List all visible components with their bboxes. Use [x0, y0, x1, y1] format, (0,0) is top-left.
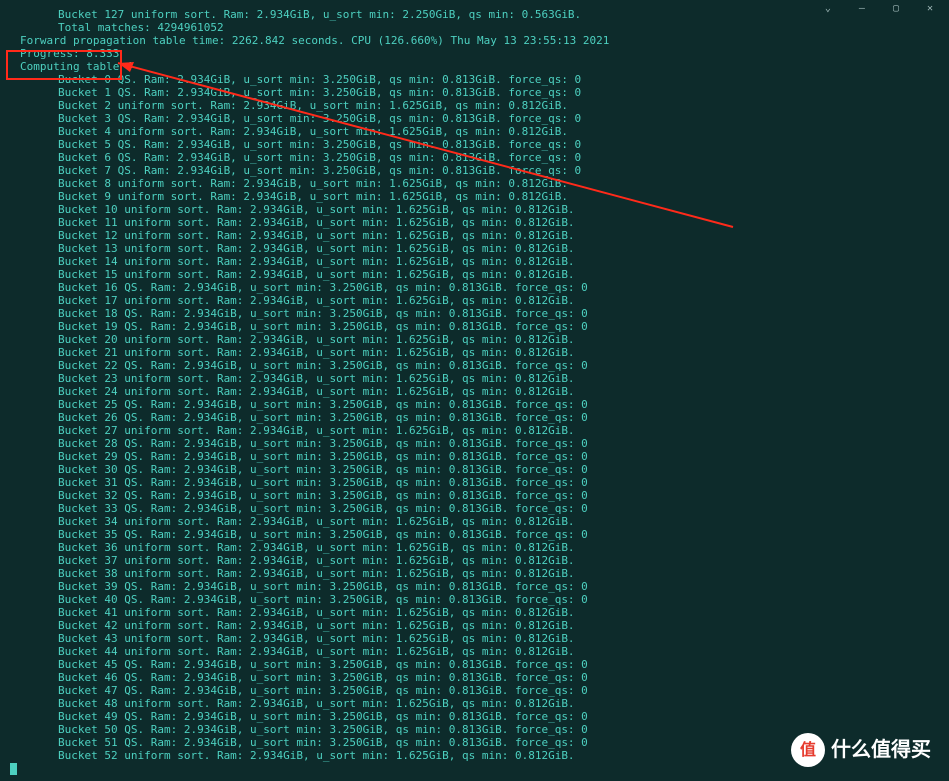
terminal-output: Bucket 127 uniform sort. Ram: 2.934GiB, …: [10, 8, 939, 759]
log-line: Bucket 17 uniform sort. Ram: 2.934GiB, u…: [10, 294, 939, 307]
log-line: Bucket 4 uniform sort. Ram: 2.934GiB, u_…: [10, 125, 939, 138]
log-line: Bucket 10 uniform sort. Ram: 2.934GiB, u…: [10, 203, 939, 216]
log-line: Bucket 11 uniform sort. Ram: 2.934GiB, u…: [10, 216, 939, 229]
watermark-text: 什么值得买: [831, 744, 931, 757]
log-line: Bucket 18 QS. Ram: 2.934GiB, u_sort min:…: [10, 307, 939, 320]
log-line: Computing table 4: [10, 60, 939, 73]
log-line: Bucket 8 uniform sort. Ram: 2.934GiB, u_…: [10, 177, 939, 190]
log-line: Bucket 0 QS. Ram: 2.934GiB, u_sort min: …: [10, 73, 939, 86]
log-line: Bucket 23 uniform sort. Ram: 2.934GiB, u…: [10, 372, 939, 385]
log-line: Bucket 36 uniform sort. Ram: 2.934GiB, u…: [10, 541, 939, 554]
log-line: Bucket 32 QS. Ram: 2.934GiB, u_sort min:…: [10, 489, 939, 502]
log-line: Bucket 12 uniform sort. Ram: 2.934GiB, u…: [10, 229, 939, 242]
log-line: Bucket 28 QS. Ram: 2.934GiB, u_sort min:…: [10, 437, 939, 450]
log-line: Bucket 42 uniform sort. Ram: 2.934GiB, u…: [10, 619, 939, 632]
log-line: Bucket 26 QS. Ram: 2.934GiB, u_sort min:…: [10, 411, 939, 424]
log-line: Bucket 22 QS. Ram: 2.934GiB, u_sort min:…: [10, 359, 939, 372]
log-line: Bucket 9 uniform sort. Ram: 2.934GiB, u_…: [10, 190, 939, 203]
watermark: 值 什么值得买: [791, 733, 931, 767]
log-line: Total matches: 4294961052: [10, 21, 939, 34]
log-line: Bucket 48 uniform sort. Ram: 2.934GiB, u…: [10, 697, 939, 710]
log-line: Bucket 38 uniform sort. Ram: 2.934GiB, u…: [10, 567, 939, 580]
log-line: Bucket 3 QS. Ram: 2.934GiB, u_sort min: …: [10, 112, 939, 125]
log-line: Bucket 45 QS. Ram: 2.934GiB, u_sort min:…: [10, 658, 939, 671]
log-line: Progress: 8.333: [10, 47, 939, 60]
log-line: Bucket 21 uniform sort. Ram: 2.934GiB, u…: [10, 346, 939, 359]
log-line: Bucket 24 uniform sort. Ram: 2.934GiB, u…: [10, 385, 939, 398]
log-line: Bucket 27 uniform sort. Ram: 2.934GiB, u…: [10, 424, 939, 437]
log-line: Bucket 44 uniform sort. Ram: 2.934GiB, u…: [10, 645, 939, 658]
terminal-cursor: [10, 763, 17, 775]
log-line: Bucket 35 QS. Ram: 2.934GiB, u_sort min:…: [10, 528, 939, 541]
log-line: Forward propagation table time: 2262.842…: [10, 34, 939, 47]
log-line: Bucket 19 QS. Ram: 2.934GiB, u_sort min:…: [10, 320, 939, 333]
watermark-badge: 值: [791, 733, 825, 767]
log-line: Bucket 16 QS. Ram: 2.934GiB, u_sort min:…: [10, 281, 939, 294]
log-line: Bucket 25 QS. Ram: 2.934GiB, u_sort min:…: [10, 398, 939, 411]
log-line: Bucket 47 QS. Ram: 2.934GiB, u_sort min:…: [10, 684, 939, 697]
log-line: Bucket 127 uniform sort. Ram: 2.934GiB, …: [10, 8, 939, 21]
log-line: Bucket 46 QS. Ram: 2.934GiB, u_sort min:…: [10, 671, 939, 684]
log-line: Bucket 6 QS. Ram: 2.934GiB, u_sort min: …: [10, 151, 939, 164]
log-line: Bucket 29 QS. Ram: 2.934GiB, u_sort min:…: [10, 450, 939, 463]
log-line: Bucket 7 QS. Ram: 2.934GiB, u_sort min: …: [10, 164, 939, 177]
log-line: Bucket 1 QS. Ram: 2.934GiB, u_sort min: …: [10, 86, 939, 99]
log-line: Bucket 41 uniform sort. Ram: 2.934GiB, u…: [10, 606, 939, 619]
log-line: Bucket 33 QS. Ram: 2.934GiB, u_sort min:…: [10, 502, 939, 515]
log-line: Bucket 40 QS. Ram: 2.934GiB, u_sort min:…: [10, 593, 939, 606]
log-line: Bucket 39 QS. Ram: 2.934GiB, u_sort min:…: [10, 580, 939, 593]
log-line: Bucket 15 uniform sort. Ram: 2.934GiB, u…: [10, 268, 939, 281]
log-line: Bucket 20 uniform sort. Ram: 2.934GiB, u…: [10, 333, 939, 346]
log-line: Bucket 34 uniform sort. Ram: 2.934GiB, u…: [10, 515, 939, 528]
log-line: Bucket 14 uniform sort. Ram: 2.934GiB, u…: [10, 255, 939, 268]
log-line: Bucket 37 uniform sort. Ram: 2.934GiB, u…: [10, 554, 939, 567]
log-line: Bucket 13 uniform sort. Ram: 2.934GiB, u…: [10, 242, 939, 255]
log-line: Bucket 30 QS. Ram: 2.934GiB, u_sort min:…: [10, 463, 939, 476]
terminal-window: ⌄ — ▢ ✕ Bucket 127 uniform sort. Ram: 2.…: [0, 0, 949, 781]
log-line: Bucket 5 QS. Ram: 2.934GiB, u_sort min: …: [10, 138, 939, 151]
log-line: Bucket 49 QS. Ram: 2.934GiB, u_sort min:…: [10, 710, 939, 723]
log-line: Bucket 43 uniform sort. Ram: 2.934GiB, u…: [10, 632, 939, 645]
log-line: Bucket 2 uniform sort. Ram: 2.934GiB, u_…: [10, 99, 939, 112]
log-line: Bucket 31 QS. Ram: 2.934GiB, u_sort min:…: [10, 476, 939, 489]
